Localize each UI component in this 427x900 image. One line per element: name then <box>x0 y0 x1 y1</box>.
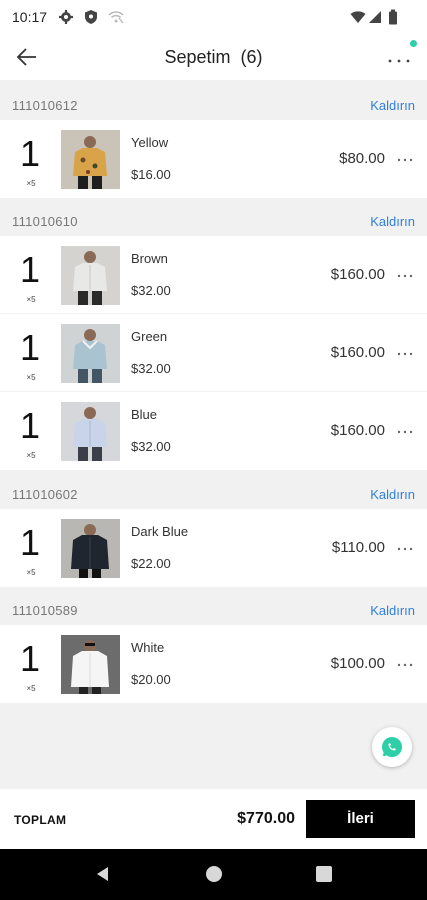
item-unit-price: $32.00 <box>131 361 171 376</box>
item-total-price: $100.00 <box>330 655 385 672</box>
product-image[interactable] <box>61 519 120 578</box>
product-image[interactable] <box>61 130 120 189</box>
remove-group-link[interactable]: Kaldırın <box>370 98 415 113</box>
item-total-price: $110.00 <box>331 539 385 556</box>
item-total-price: $80.00 <box>339 150 385 167</box>
item-more-icon[interactable] <box>396 541 414 551</box>
product-image[interactable] <box>61 246 120 305</box>
order-code: 111010610 <box>12 214 78 229</box>
page-title: Sepetim (6) <box>0 47 427 68</box>
item-pack-size: ×5 <box>26 295 36 304</box>
order-group-header: 111010589 Kaldırın <box>0 590 427 628</box>
more-options-icon[interactable] <box>385 44 415 70</box>
item-unit-price: $16.00 <box>131 167 171 182</box>
item-quantity: 1 <box>19 249 41 290</box>
cart-item[interactable]: 1 ×5 Dark Blue $22.00 $110.00 <box>0 509 427 587</box>
item-unit-price: $32.00 <box>131 283 171 298</box>
item-name: Yellow <box>131 135 169 150</box>
order-code: 111010602 <box>12 487 78 502</box>
item-pack-size: ×5 <box>26 179 36 188</box>
order-group-header: 111010610 Kaldırın <box>0 201 427 239</box>
item-quantity: 1 <box>19 405 41 446</box>
item-total-price: $160.00 <box>330 344 385 361</box>
item-name: Blue <box>131 407 158 422</box>
product-image[interactable] <box>61 635 120 694</box>
remove-group-link[interactable]: Kaldırın <box>370 603 415 618</box>
item-more-icon[interactable] <box>396 152 414 162</box>
item-name: Dark Blue <box>131 524 189 539</box>
page-title-text: Sepetim <box>164 47 231 67</box>
back-triangle-icon[interactable] <box>93 864 113 884</box>
item-name: Brown <box>131 251 168 266</box>
app-bar: Sepetim (6) <box>0 34 427 80</box>
item-unit-price: $22.00 <box>131 556 171 571</box>
status-time: 10:17 <box>12 9 48 25</box>
item-more-icon[interactable] <box>396 424 414 434</box>
cart-item[interactable]: 1 ×5 Green $32.00 $160.00 <box>0 314 427 392</box>
item-quantity: 1 <box>19 327 41 368</box>
item-total-price: $160.00 <box>330 422 385 439</box>
status-bar: 10:17 <box>0 0 427 34</box>
checkout-bar: TOPLAM $770.00 İleri <box>0 789 427 849</box>
item-pack-size: ×5 <box>26 451 36 460</box>
item-quantity: 1 <box>19 638 41 679</box>
item-more-icon[interactable] <box>396 346 414 356</box>
order-group-header: 111010612 Kaldırın <box>0 85 427 123</box>
wifi-off-icon <box>108 9 124 25</box>
remove-group-link[interactable]: Kaldırın <box>370 214 415 229</box>
gear-icon <box>58 9 74 25</box>
product-image[interactable] <box>61 402 120 461</box>
cart-item[interactable]: 1 ×5 Yellow $16.00 $80.00 <box>0 120 427 198</box>
order-group-header: 111010602 Kaldırın <box>0 474 427 512</box>
item-name: Green <box>131 329 168 344</box>
system-nav-bar <box>0 849 427 900</box>
item-unit-price: $20.00 <box>131 672 171 687</box>
shield-icon <box>83 9 99 25</box>
item-pack-size: ×5 <box>26 684 36 693</box>
cart-count: (6) <box>240 47 263 67</box>
item-name: White <box>131 640 165 655</box>
wifi-icon <box>350 9 366 25</box>
cart-item[interactable]: 1 ×5 Brown $32.00 $160.00 <box>0 236 427 314</box>
home-circle-icon[interactable] <box>204 864 224 884</box>
item-more-icon[interactable] <box>396 657 414 667</box>
item-quantity: 1 <box>19 522 41 563</box>
cart-item[interactable]: 1 ×5 Blue $32.00 $160.00 <box>0 392 427 470</box>
item-pack-size: ×5 <box>26 568 36 577</box>
cart-item[interactable]: 1 ×5 White $20.00 $100.00 <box>0 625 427 703</box>
order-code: 111010612 <box>12 98 78 113</box>
recents-square-icon[interactable] <box>314 864 334 884</box>
item-unit-price: $32.00 <box>131 439 171 454</box>
item-more-icon[interactable] <box>396 268 414 278</box>
notification-dot <box>410 40 417 47</box>
item-total-price: $160.00 <box>330 266 385 283</box>
item-pack-size: ×5 <box>26 373 36 382</box>
support-chat-button[interactable] <box>372 727 412 767</box>
whatsapp-chat-icon <box>382 737 402 757</box>
total-amount: $770.00 <box>237 810 295 827</box>
item-quantity: 1 <box>19 133 41 174</box>
battery-icon <box>388 9 398 25</box>
total-label: TOPLAM <box>14 813 67 827</box>
signal-icon <box>368 9 382 25</box>
remove-group-link[interactable]: Kaldırın <box>370 487 415 502</box>
next-button[interactable]: İleri <box>306 800 415 838</box>
order-code: 111010589 <box>12 603 78 618</box>
product-image[interactable] <box>61 324 120 383</box>
